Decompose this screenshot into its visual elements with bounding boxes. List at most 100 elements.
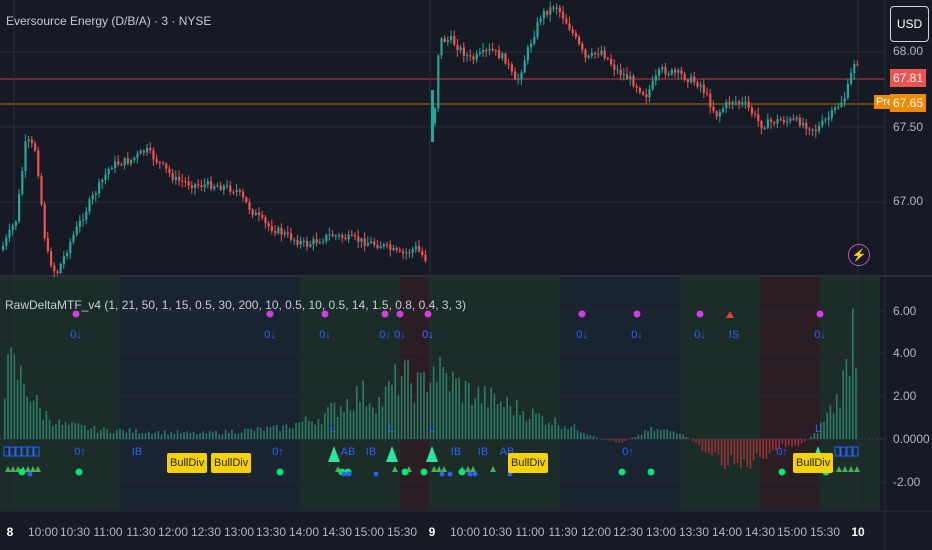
delta-bar — [474, 398, 476, 439]
candle — [139, 150, 142, 154]
candle — [434, 108, 437, 124]
down-signal-label: 0↓ — [814, 329, 826, 341]
delta-bar — [205, 433, 208, 439]
time-tick: 11:00 — [93, 525, 123, 539]
delta-bar — [560, 428, 563, 439]
candle — [686, 79, 689, 83]
candle — [8, 229, 11, 238]
delta-bar — [525, 421, 528, 439]
candle — [725, 101, 728, 109]
delta-bar — [791, 439, 793, 447]
delta-bar — [612, 439, 614, 441]
candle — [306, 240, 309, 247]
delta-bar — [151, 434, 153, 439]
candle — [478, 52, 481, 54]
bulldiv-label: BullDiv — [793, 453, 834, 473]
l-signal-label: L — [388, 423, 394, 435]
currency-button[interactable]: USD — [890, 6, 929, 42]
delta-bar — [468, 382, 470, 439]
delta-bar — [708, 439, 710, 454]
candle — [248, 202, 251, 210]
candle — [296, 239, 299, 245]
delta-bar — [589, 435, 592, 439]
delta-bar — [487, 407, 489, 439]
delta-bar — [464, 380, 467, 439]
delta-bar — [212, 432, 214, 439]
delta-bar — [842, 370, 844, 439]
ib-signal-label: IB — [132, 446, 142, 458]
delta-bar — [320, 424, 323, 439]
delta-bar — [138, 433, 140, 439]
candle — [782, 120, 785, 123]
lightning-icon[interactable]: ⚡ — [848, 244, 870, 266]
down-signal-label: 0↓ — [70, 329, 82, 341]
candle — [162, 162, 165, 164]
candle — [24, 141, 27, 171]
candle — [242, 191, 245, 198]
delta-bar — [506, 396, 508, 439]
blue-dot — [341, 471, 347, 477]
candle — [123, 158, 126, 166]
candle — [568, 23, 571, 30]
candle — [747, 101, 750, 108]
delta-bar — [564, 426, 566, 439]
indicator-title[interactable]: RawDeltaMTF_v4 (1, 21, 50, 1, 15, 0.5, 3… — [5, 298, 466, 312]
down-signal-label: 0↓ — [319, 329, 331, 341]
delta-bar — [461, 402, 464, 439]
candle — [107, 168, 110, 175]
candle — [840, 102, 843, 107]
candle — [648, 89, 651, 98]
candle — [72, 234, 75, 242]
delta-bar — [442, 367, 444, 439]
candle — [290, 233, 293, 240]
candle — [811, 129, 814, 131]
candle — [510, 64, 513, 72]
candle — [459, 47, 462, 51]
delta-bar — [416, 372, 419, 439]
delta-bar — [477, 386, 480, 439]
bull-dot — [618, 468, 626, 476]
delta-bar — [535, 413, 537, 439]
candle — [571, 29, 574, 33]
down-signal-label: 0↓ — [394, 329, 406, 341]
delta-bar — [176, 430, 179, 439]
delta-bar — [224, 429, 227, 439]
candle — [600, 50, 603, 55]
delta-bar — [157, 430, 160, 439]
candle — [27, 139, 30, 142]
ab-signal-label: AB — [341, 446, 356, 458]
candle — [14, 221, 17, 227]
candle — [222, 186, 225, 190]
delta-bar — [544, 424, 547, 439]
delta-bar — [173, 433, 176, 439]
delta-bar — [583, 433, 585, 439]
delta-bar — [263, 430, 265, 439]
candle — [280, 227, 283, 235]
delta-bar — [749, 439, 752, 469]
candle — [379, 246, 382, 248]
time-tick: 12:00 — [580, 525, 612, 539]
candle — [754, 113, 757, 115]
candle — [443, 38, 446, 42]
delta-bar — [746, 439, 748, 468]
candle — [814, 129, 817, 132]
bearish-dot — [578, 310, 586, 318]
delta-bar — [39, 407, 41, 439]
symbol-title[interactable]: Eversource Energy (D/B/A) · 3 · NYSE — [6, 14, 211, 28]
bull-dot — [75, 468, 83, 476]
delta-bar — [10, 347, 12, 439]
delta-bar — [538, 413, 540, 439]
candle — [34, 143, 37, 151]
delta-bar — [580, 432, 582, 439]
delta-bar — [509, 405, 512, 439]
candle — [366, 242, 369, 246]
candle — [789, 118, 792, 121]
time-tick: 10 — [851, 525, 865, 539]
candle — [498, 50, 501, 59]
delta-bar — [554, 417, 556, 439]
bull-dot — [401, 468, 409, 476]
candle — [565, 18, 568, 24]
delta-bar — [23, 383, 25, 439]
candle — [203, 184, 206, 188]
candle — [834, 107, 837, 110]
